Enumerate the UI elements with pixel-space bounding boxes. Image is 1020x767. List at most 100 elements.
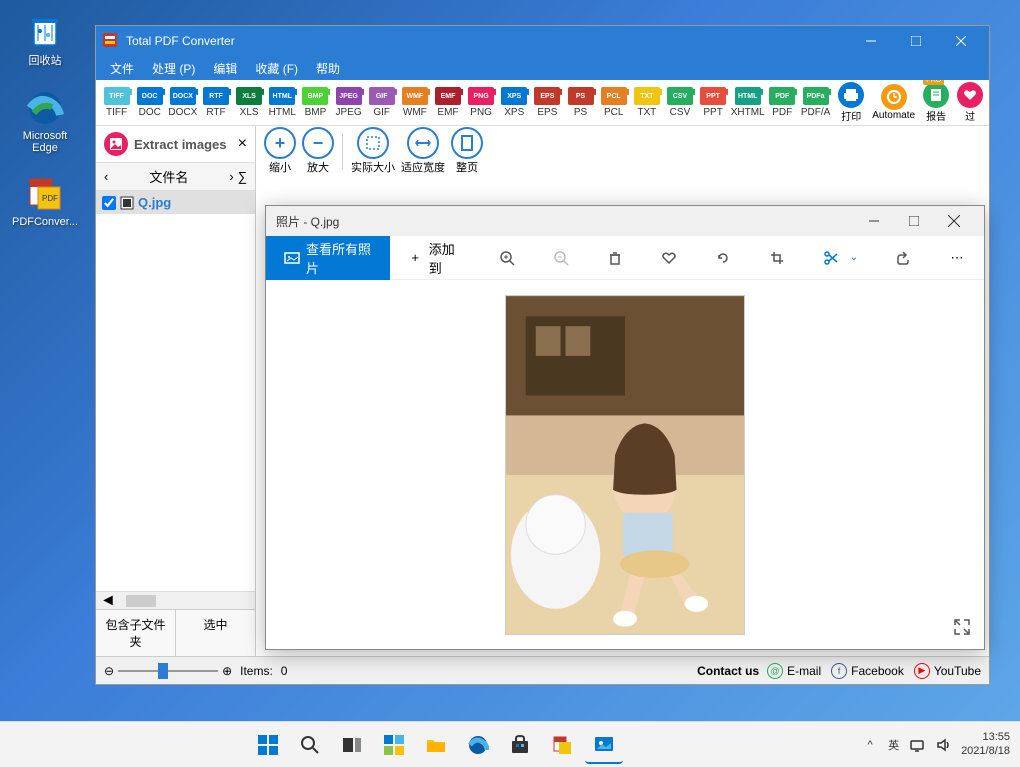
status-link-youtube[interactable]: ▶YouTube (914, 663, 981, 679)
format-emf-button[interactable]: EMFEMF (433, 87, 462, 118)
format-pdf/a-button[interactable]: PDFaPDF/A (801, 87, 830, 118)
crop-button[interactable] (750, 236, 804, 280)
clock[interactable]: 13:55 2021/8/18 (961, 731, 1010, 757)
photos-close-button[interactable] (934, 206, 974, 236)
zoom-slider[interactable]: ⊖ ⊕ (104, 664, 232, 678)
favorite-button[interactable] (642, 236, 696, 280)
slider-thumb[interactable] (158, 663, 168, 679)
rotate-button[interactable] (696, 236, 750, 280)
status-link-e-mail[interactable]: @E-mail (767, 663, 821, 679)
format-label: XHTML (731, 107, 765, 118)
menu-edit[interactable]: 编辑 (207, 58, 243, 79)
status-link-facebook[interactable]: fFacebook (831, 663, 904, 679)
volume-icon[interactable] (935, 737, 951, 753)
include-subfolders-button[interactable]: 包含子文件夹 (96, 610, 176, 656)
format-ps-button[interactable]: PSPS (566, 87, 595, 118)
file-item[interactable]: Q.jpg (96, 191, 255, 214)
pdfconverter-taskbar-button[interactable] (543, 726, 581, 764)
photos-titlebar[interactable]: 照片 - Q.jpg (266, 206, 984, 236)
search-button[interactable] (291, 726, 329, 764)
file-list-header[interactable]: ‹ 文件名 › ∑ (96, 163, 255, 191)
edge-taskbar-button[interactable] (459, 726, 497, 764)
menu-file[interactable]: 文件 (104, 58, 140, 79)
task-view-button[interactable] (333, 726, 371, 764)
zoom-out-icon[interactable]: ⊖ (104, 664, 114, 678)
desktop-icon-recycle-bin[interactable]: 回收站 (10, 10, 80, 68)
format-pcl-button[interactable]: PCLPCL (599, 87, 628, 118)
desktop-icon-label: PDFConver... (12, 216, 78, 228)
view-fit-button[interactable]: 实际大小 (351, 127, 395, 175)
view-all-label: 查看所有照片 (306, 239, 372, 277)
desktop-icon-edge[interactable]: Microsoft Edge (10, 88, 80, 154)
format-png-button[interactable]: PNGPNG (467, 87, 496, 118)
view-minus-button[interactable]: −放大 (302, 127, 334, 175)
filter-icon[interactable]: ∑ (238, 169, 247, 184)
scissors-icon (822, 249, 840, 267)
network-icon[interactable] (909, 737, 925, 753)
format-pdf-button[interactable]: PDFPDF (768, 87, 797, 118)
format-bmp-button[interactable]: BMPBMP (301, 87, 330, 118)
add-to-button[interactable]: + 添加到 (390, 236, 480, 280)
file-checkbox[interactable] (102, 196, 116, 210)
select-button[interactable]: 选中 (176, 610, 255, 656)
minimize-button[interactable] (848, 26, 893, 56)
expand-icon[interactable] (952, 617, 972, 637)
format-rtf-button[interactable]: RTFRTF (201, 87, 230, 118)
maximize-button[interactable] (893, 26, 938, 56)
menu-process[interactable]: 处理 (P) (146, 58, 201, 79)
sidebar-header-close-icon[interactable]: × (238, 135, 247, 153)
format-label: PS (574, 107, 587, 118)
format-doc-button[interactable]: DOCDOC (135, 87, 164, 118)
edit-button[interactable]: ⌄ (804, 236, 876, 280)
format-txt-button[interactable]: TXTTXT (632, 87, 661, 118)
delete-button[interactable] (588, 236, 642, 280)
close-button[interactable] (938, 26, 983, 56)
action-clock-button[interactable]: Automate (872, 84, 915, 121)
tray-chevron-icon[interactable]: ^ (862, 737, 878, 753)
action-report-button[interactable]: PRO报告 (923, 82, 949, 123)
format-icon: EPS (534, 87, 560, 105)
titlebar[interactable]: Total PDF Converter (96, 26, 989, 56)
share-button[interactable] (876, 236, 930, 280)
zoom-in-button[interactable] (480, 236, 534, 280)
photos-minimize-button[interactable] (854, 206, 894, 236)
format-tiff-button[interactable]: TIFFTIFF (102, 87, 131, 118)
format-ppt-button[interactable]: PPTPPT (699, 87, 728, 118)
slider-track[interactable] (118, 670, 218, 672)
photos-maximize-button[interactable] (894, 206, 934, 236)
format-xls-button[interactable]: XLSXLS (235, 87, 264, 118)
format-jpeg-button[interactable]: JPEGJPEG (334, 87, 363, 118)
format-label: JPEG (335, 107, 361, 118)
format-icon: TIFF (104, 87, 130, 105)
action-print-button[interactable]: 打印 (838, 82, 864, 123)
zoom-out-button[interactable] (534, 236, 588, 280)
language-indicator[interactable]: 英 (888, 737, 899, 753)
photos-taskbar-button[interactable] (585, 726, 623, 764)
format-csv-button[interactable]: CSVCSV (665, 87, 694, 118)
zoom-in-icon[interactable]: ⊕ (222, 664, 232, 678)
format-wmf-button[interactable]: WMFWMF (400, 87, 429, 118)
action-heart-button[interactable]: 过 (957, 82, 983, 123)
format-gif-button[interactable]: GIFGIF (367, 87, 396, 118)
format-xps-button[interactable]: XPSXPS (500, 87, 529, 118)
start-button[interactable] (249, 726, 287, 764)
add-to-label: 添加到 (429, 239, 462, 277)
view-width-button[interactable]: 适应宽度 (401, 127, 445, 175)
menu-favorites[interactable]: 收藏 (F) (249, 58, 304, 79)
menu-help[interactable]: 帮助 (310, 58, 346, 79)
view-page-button[interactable]: 整页 (451, 127, 483, 175)
more-button[interactable]: ⋯ (930, 236, 984, 280)
sidebar-scrollbar[interactable]: ◄ (96, 591, 255, 609)
view-all-photos-button[interactable]: 查看所有照片 (266, 236, 390, 280)
explorer-button[interactable] (417, 726, 455, 764)
widgets-button[interactable] (375, 726, 413, 764)
desktop-icon-pdfconverter[interactable]: PDF PDFConver... (10, 174, 80, 228)
format-eps-button[interactable]: EPSEPS (533, 87, 562, 118)
format-docx-button[interactable]: DOCXDOCX (168, 87, 197, 118)
store-button[interactable] (501, 726, 539, 764)
view-plus-button[interactable]: +缩小 (264, 127, 296, 175)
format-xhtml-button[interactable]: HTMLXHTML (732, 87, 764, 118)
scroll-thumb[interactable] (126, 595, 156, 607)
scroll-left-icon[interactable]: ◄ (100, 592, 116, 610)
format-html-button[interactable]: HTMLHTML (268, 87, 297, 118)
